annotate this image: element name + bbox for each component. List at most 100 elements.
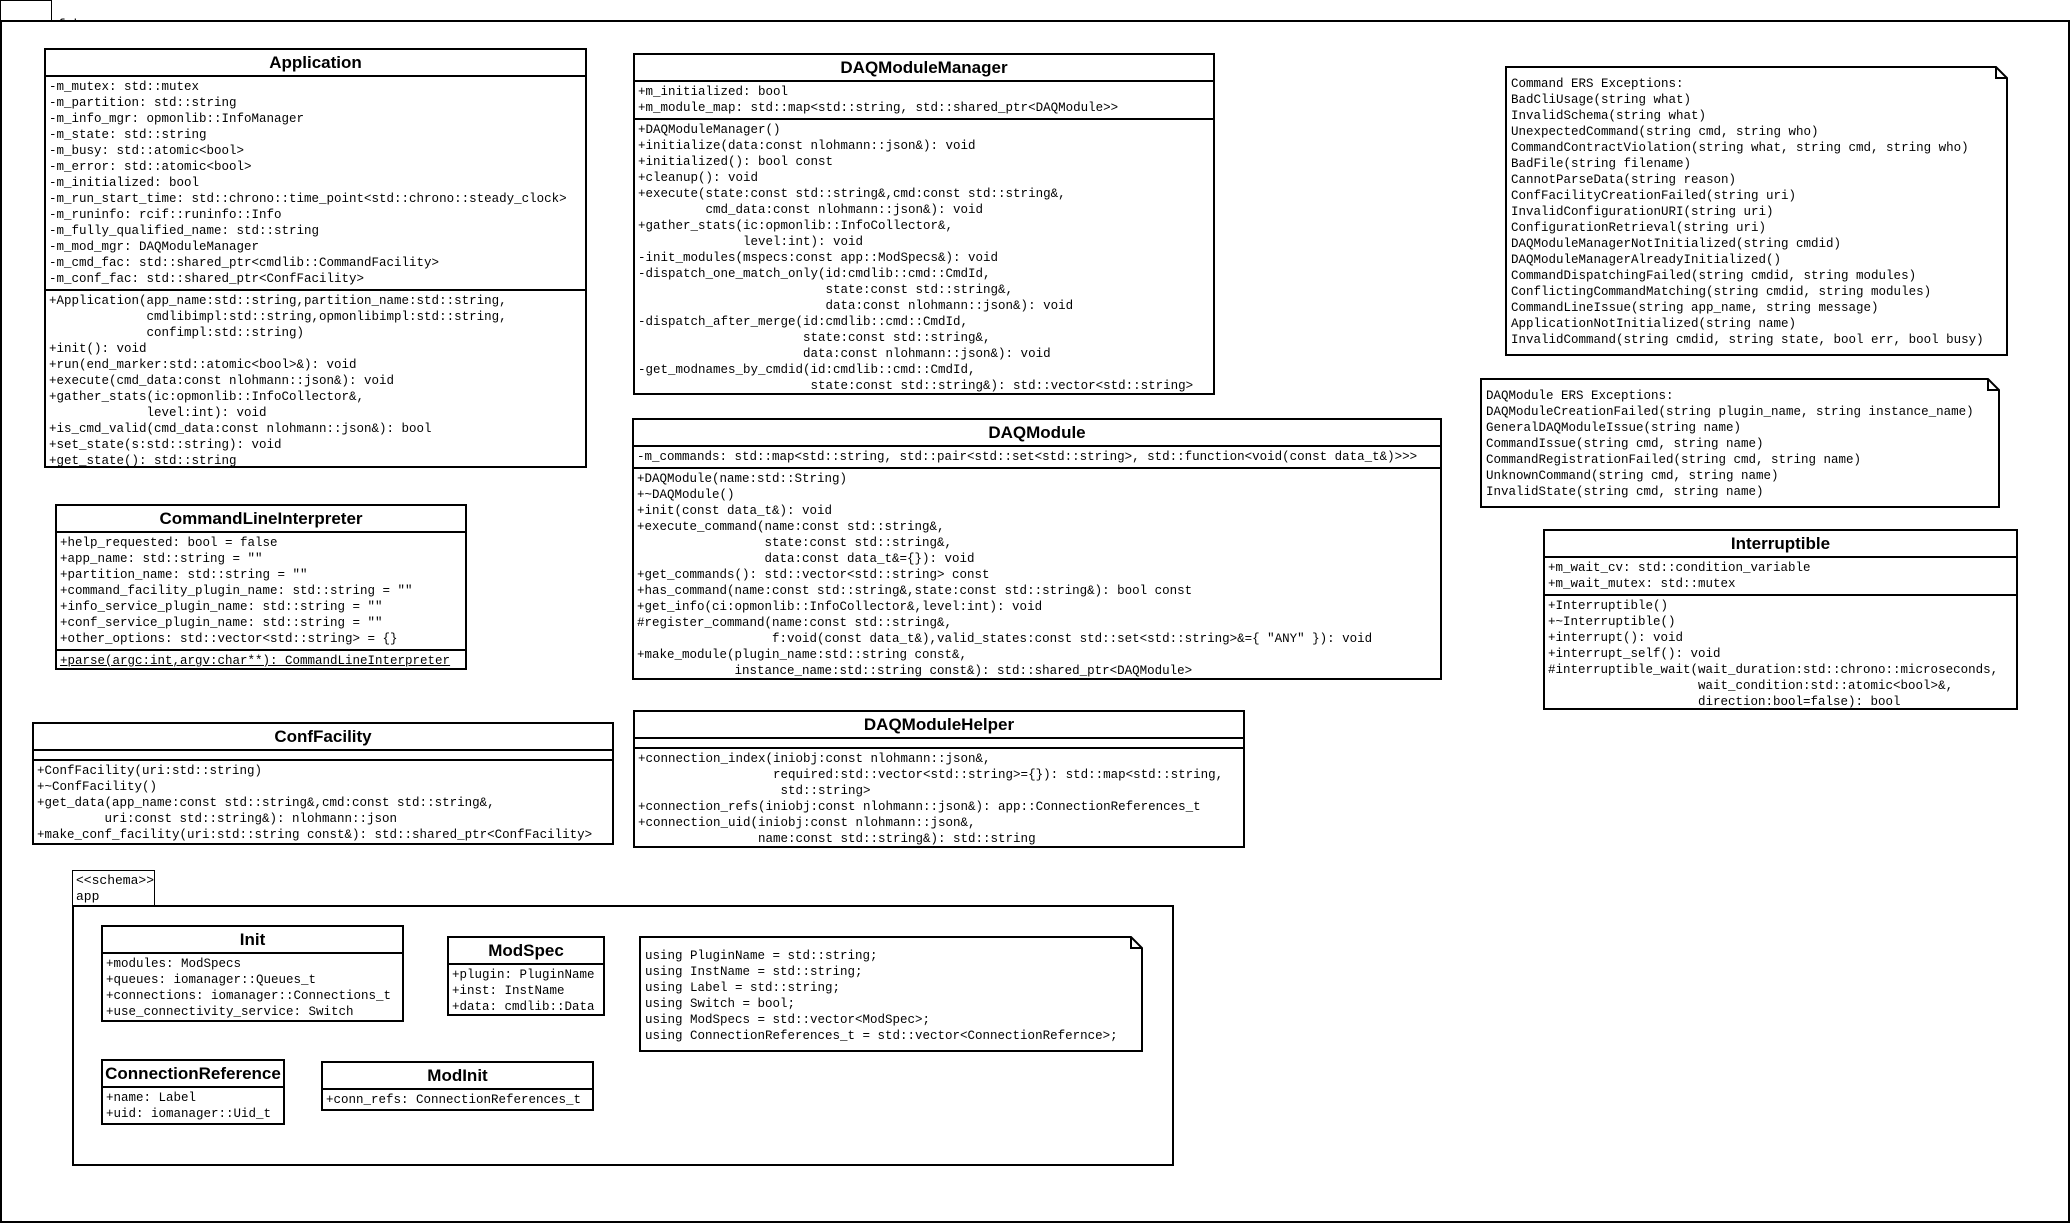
attributes-compartment: +name: Label +uid: iomanager::Uid_t — [103, 1086, 283, 1124]
note-line: CommandContractViolation(string what, st… — [1511, 141, 1969, 155]
methods-compartment: +ConfFacility(uri:std::string) +~ConfFaci… — [34, 759, 612, 845]
note-line: DAQModuleCreationFailed(string plugin_na… — [1486, 405, 1974, 419]
note-line: InvalidSchema(string what) — [1511, 109, 1707, 123]
attribute-line: -m_conf_fac: std::shared_ptr<ConfFacilit… — [49, 272, 365, 286]
method-line: wait_condition:std::atomic<bool>&, — [1548, 679, 1954, 693]
class-daqmodule[interactable]: DAQModule -m_commands: std::map<std::stri… — [632, 418, 1442, 680]
attribute-line: +m_wait_cv: std::condition_variable — [1548, 561, 1811, 575]
note-line: GeneralDAQModuleIssue(string name) — [1486, 421, 1742, 435]
note-line: UnexpectedCommand(string cmd, string who… — [1511, 125, 1819, 139]
attribute-line: +partition_name: std::string = "" — [60, 568, 308, 582]
methods-compartment: +parse(argc:int,argv:char**): CommandLin… — [57, 649, 465, 671]
note-schema-types[interactable]: using PluginName = std::string; using Ins… — [639, 936, 1143, 1052]
schema-package-tab: <<schema>> app — [72, 870, 155, 906]
class-title: DAQModuleHelper — [863, 715, 1015, 734]
class-title: DAQModuleManager — [840, 58, 1008, 77]
method-line: state:const std::string&): std::vector<s… — [638, 379, 1194, 393]
method-line: cmdlibimpl:std::string,opmonlibimpl:std:… — [49, 310, 507, 324]
method-line: f:void(const data_t&),valid_states:const… — [637, 632, 1373, 646]
class-title: ModInit — [427, 1066, 488, 1085]
class-daqmodulehelper[interactable]: DAQModuleHelper +connection_index(iniobj:… — [633, 710, 1245, 848]
attributes-compartment: +m_initialized: bool +m_module_map: std::… — [635, 80, 1213, 118]
method-line: -dispatch_one_match_only(id:cmdlib::cmd:… — [638, 267, 991, 281]
class-title: ModSpec — [488, 941, 564, 960]
method-line: -init_modules(mspecs:const app::ModSpecs… — [638, 251, 999, 265]
schema-package-name: app — [76, 889, 100, 904]
note-line: CommandLineIssue(string app_name, string… — [1511, 301, 1879, 315]
class-application[interactable]: Application -m_mutex: std::mutex -m_partit… — [44, 48, 587, 468]
method-line: +~DAQModule() — [637, 488, 735, 502]
class-title: ConnectionReference — [105, 1064, 281, 1083]
note-daqmodule-exceptions[interactable]: DAQModule ERS Exceptions: DAQModuleCreati… — [1480, 378, 2000, 508]
attribute-line: +modules: ModSpecs — [106, 957, 242, 971]
method-line: +connection_index(iniobj:const nlohmann:… — [638, 752, 991, 766]
method-line: direction:bool=false): bool — [1548, 695, 1901, 709]
class-title: Application — [269, 53, 362, 72]
attribute-line: -m_busy: std::atomic<bool> — [49, 144, 245, 158]
note-command-exceptions[interactable]: Command ERS Exceptions: BadCliUsage(strin… — [1505, 66, 2008, 356]
class-init[interactable]: Init +modules: ModSpecs +queues: iomanager… — [101, 925, 404, 1022]
methods-compartment: +Interruptible() +~Interruptible() +interr… — [1545, 594, 2016, 712]
method-line: +connection_refs(iniobj:const nlohmann::… — [638, 800, 1201, 814]
method-line: +DAQModuleManager() — [638, 123, 781, 137]
method-line: +is_cmd_valid(cmd_data:const nlohmann::j… — [49, 422, 432, 436]
attributes-compartment — [635, 737, 1243, 747]
class-modinit[interactable]: ModInit +conn_refs: ConnectionReferences_… — [321, 1061, 594, 1111]
class-commandlineinterpreter[interactable]: CommandLineInterpreter +help_requested: b… — [55, 504, 467, 670]
method-line: confimpl:std::string) — [49, 326, 305, 340]
method-line: #interruptible_wait(wait_duration:std::c… — [1548, 663, 1999, 677]
method-line: +get_commands(): std::vector<std::string… — [637, 568, 990, 582]
attributes-compartment: +conn_refs: ConnectionReferences_t — [323, 1088, 592, 1110]
method-line: +make_module(plugin_name:std::string con… — [637, 648, 968, 662]
method-line: +parse(argc:int,argv:char**): CommandLin… — [60, 654, 451, 668]
method-line: +set_state(s:std::string): void — [49, 438, 282, 452]
method-line: +ConfFacility(uri:std::string) — [37, 764, 263, 778]
attribute-line: -m_error: std::atomic<bool> — [49, 160, 252, 174]
method-line: level:int): void — [49, 406, 267, 420]
note-line: CommandRegistrationFailed(string cmd, st… — [1486, 453, 1862, 467]
attributes-compartment: +plugin: PluginName +inst: InstName +data:… — [449, 963, 603, 1017]
attribute-line: +connections: iomanager::Connections_t — [106, 989, 392, 1003]
schema-stereotype: <<schema>> — [76, 873, 155, 888]
attributes-compartment: +help_requested: bool = false +app_name: … — [57, 531, 465, 649]
method-line: +init(): void — [49, 342, 147, 356]
methods-compartment: +DAQModule(name:std::String)+~DAQModule(… — [634, 467, 1440, 681]
method-line: name:const std::string&): std::string — [638, 832, 1036, 846]
class-title: ConfFacility — [274, 727, 372, 746]
attribute-line: +info_service_plugin_name: std::string =… — [60, 600, 383, 614]
method-line: +initialized(): bool const — [638, 155, 834, 169]
class-title: Init — [239, 930, 266, 949]
method-line: +interrupt(): void — [1548, 631, 1684, 645]
attribute-line: +conf_service_plugin_name: std::string =… — [60, 616, 383, 630]
methods-compartment: +Application(app_name:std::string,partit… — [46, 289, 585, 471]
method-line: +gather_stats(ic:opmonlib::InfoCollector… — [638, 219, 954, 233]
attribute-line: +queues: iomanager::Queues_t — [106, 973, 317, 987]
note-line: using ModSpecs = std::vector<ModSpec>; — [645, 1013, 931, 1027]
class-daqmodulemanager[interactable]: DAQModuleManager +m_initialized: bool +m_m… — [633, 53, 1215, 395]
note-line: DAQModule ERS Exceptions: — [1486, 389, 1674, 403]
note-line: ConfigurationRetrieval(string uri) — [1511, 221, 1767, 235]
class-connectionreference[interactable]: ConnectionReference +name: Label +uid: iom… — [101, 1059, 285, 1125]
method-line: +get_info(ci:opmonlib::InfoCollector&,le… — [637, 600, 1043, 614]
class-interruptible[interactable]: Interruptible +m_wait_cv: std::condition_… — [1543, 529, 2018, 710]
method-line: +gather_stats(ic:opmonlib::InfoCollector… — [49, 390, 365, 404]
note-line: DAQModuleManagerAlreadyInitialized() — [1511, 253, 1782, 267]
note-line: BadFile(string filename) — [1511, 157, 1692, 171]
note-line: CannotParseData(string reason) — [1511, 173, 1737, 187]
package-tab: appfwk — [0, 0, 81, 32]
attributes-compartment — [34, 749, 612, 759]
note-line: ApplicationNotInitialized(string name) — [1511, 317, 1797, 331]
method-line: data:const nlohmann::json&): void — [638, 299, 1074, 313]
method-line: +~Interruptible() — [1548, 615, 1676, 629]
attribute-line: -m_mod_mgr: DAQModuleManager — [49, 240, 260, 254]
note-line: CommandDispatchingFailed(string cmdid, s… — [1511, 269, 1917, 283]
method-line: +run(end_marker:std::atomic<bool>&): voi… — [49, 358, 357, 372]
method-line: state:const std::string&, — [637, 536, 953, 550]
class-modspec[interactable]: ModSpec +plugin: PluginName +inst: InstNam… — [447, 936, 605, 1016]
method-line: #register_command(name:const std::string… — [637, 616, 953, 630]
method-line: +DAQModule(name:std::String) — [637, 472, 848, 486]
method-line: +Interruptible() — [1548, 599, 1669, 613]
attribute-line: +data: cmdlib::Data — [452, 1000, 595, 1014]
attribute-line: -m_run_start_time: std::chrono::time_poi… — [49, 192, 567, 206]
class-conffacility[interactable]: ConfFacility+ConfFacility(uri:std::strin… — [32, 722, 614, 845]
